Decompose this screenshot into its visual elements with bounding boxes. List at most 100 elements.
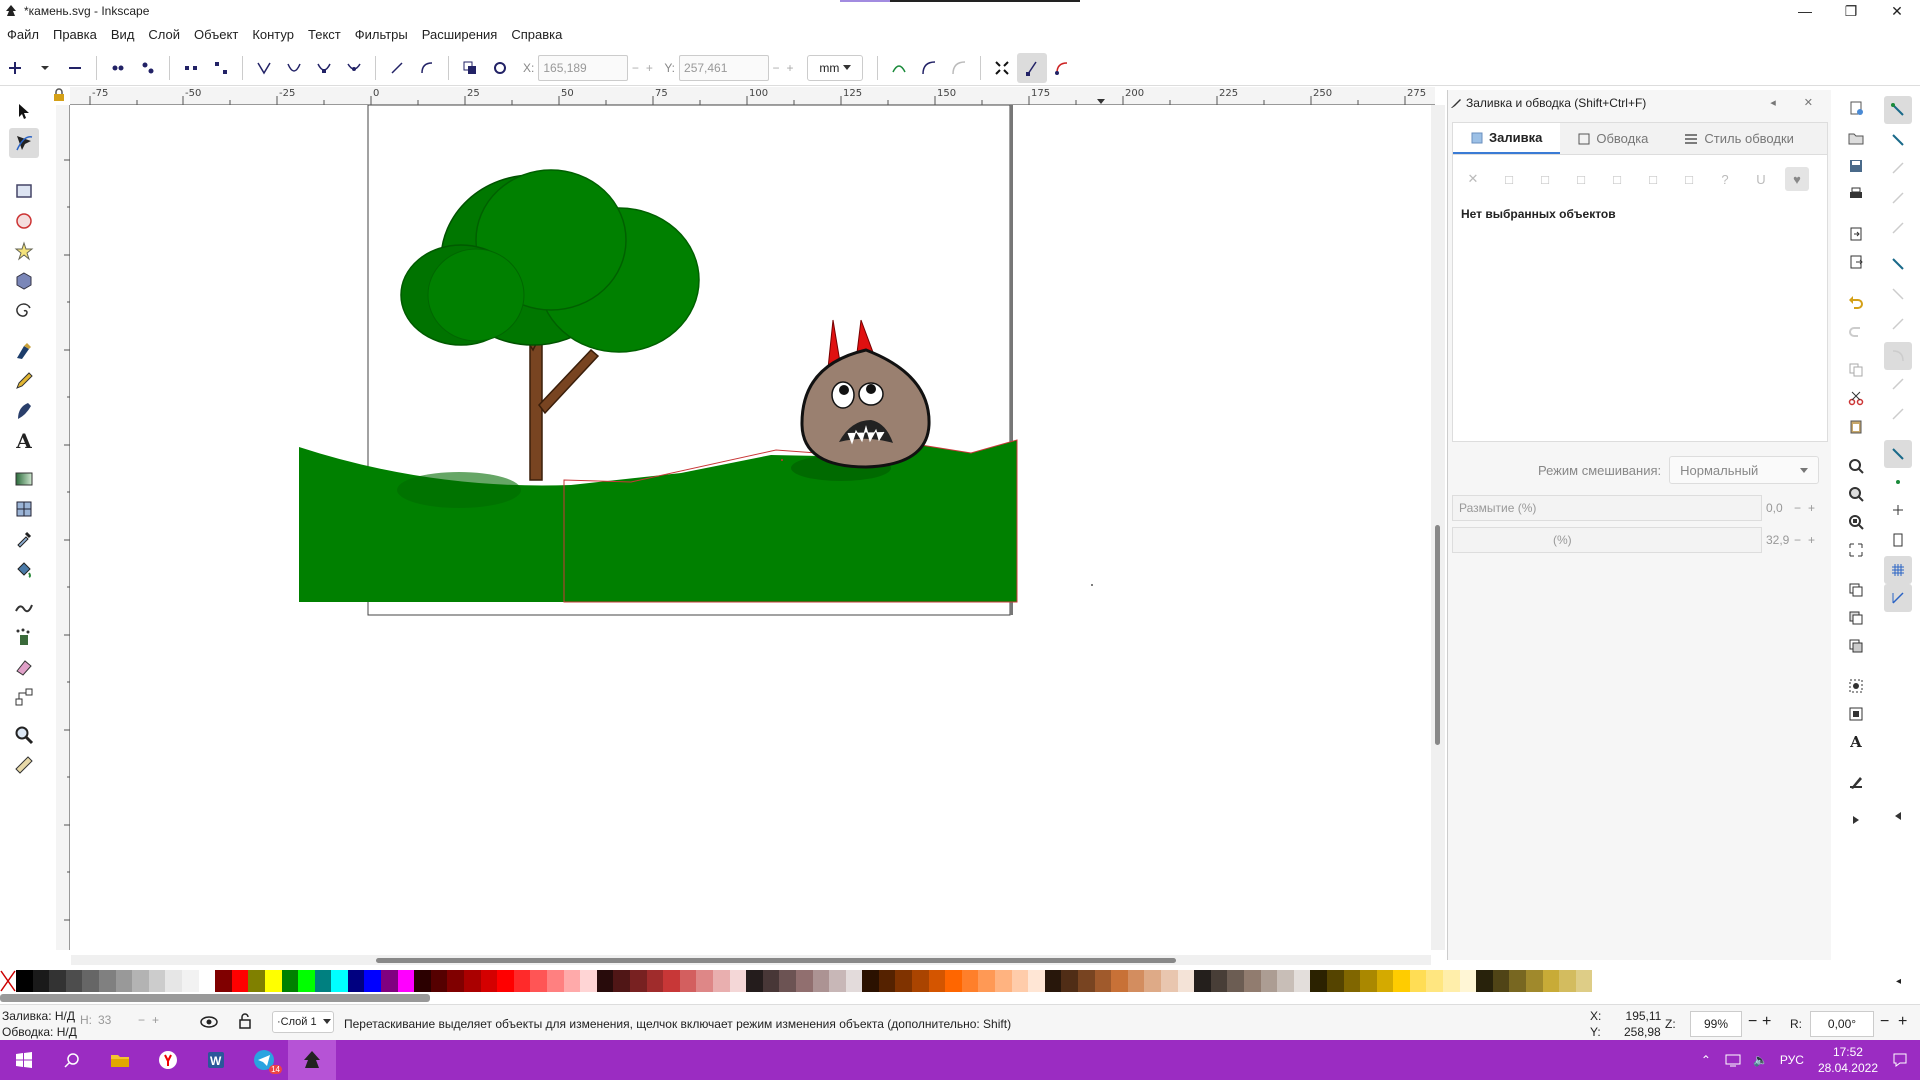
- menu-filters[interactable]: Фильтры: [348, 27, 415, 42]
- color-swatch[interactable]: [746, 970, 763, 992]
- show-handles-icon[interactable]: [1017, 52, 1048, 83]
- tray-expand-icon[interactable]: ⌃: [1701, 1053, 1711, 1067]
- color-swatch[interactable]: [762, 970, 780, 992]
- color-swatch[interactable]: [1194, 970, 1211, 992]
- color-swatch[interactable]: [629, 970, 647, 992]
- color-swatch[interactable]: [1376, 970, 1394, 992]
- node-cusp-icon[interactable]: [249, 53, 279, 83]
- new-document-icon[interactable]: [1842, 94, 1870, 122]
- color-swatch[interactable]: [1078, 970, 1095, 992]
- dropper-tool-icon[interactable]: [9, 524, 39, 554]
- paste-icon[interactable]: [1842, 412, 1870, 440]
- rotate-ccw-button[interactable]: −: [1880, 1013, 1889, 1031]
- yandex-browser-icon[interactable]: [144, 1040, 192, 1080]
- segment-line-icon[interactable]: [382, 53, 412, 83]
- text-font-icon[interactable]: A: [1842, 728, 1870, 756]
- 3d-box-tool-icon[interactable]: [9, 266, 39, 296]
- file-explorer-icon[interactable]: [96, 1040, 144, 1080]
- color-swatch[interactable]: [1127, 970, 1145, 992]
- color-swatch[interactable]: [1210, 970, 1228, 992]
- ellipse-tool-icon[interactable]: [9, 206, 39, 236]
- xml-editor-icon[interactable]: [1842, 768, 1870, 796]
- snap-bbox-edge-icon[interactable]: [1884, 154, 1912, 182]
- snap-bbox-icon[interactable]: [1884, 126, 1912, 154]
- color-swatch[interactable]: [580, 970, 597, 992]
- color-swatch[interactable]: [148, 970, 166, 992]
- flat-color-icon[interactable]: □: [1497, 167, 1521, 191]
- color-swatch[interactable]: [596, 970, 614, 992]
- pencil-tool-icon[interactable]: [9, 366, 39, 396]
- stroke-to-path-icon[interactable]: [485, 53, 515, 83]
- spiral-tool-icon[interactable]: [9, 296, 39, 326]
- notification-icon[interactable]: [1892, 1052, 1908, 1068]
- pattern-icon[interactable]: □: [1641, 167, 1665, 191]
- save-document-icon[interactable]: [1842, 152, 1870, 180]
- color-swatch[interactable]: [1094, 970, 1112, 992]
- color-swatch[interactable]: [464, 970, 481, 992]
- color-swatch[interactable]: [812, 970, 830, 992]
- color-swatch[interactable]: [298, 970, 315, 992]
- mesh-gradient-icon[interactable]: □: [1605, 167, 1629, 191]
- color-swatch[interactable]: [430, 970, 448, 992]
- zoom-selection-icon[interactable]: [1842, 452, 1870, 480]
- color-swatch[interactable]: [895, 970, 913, 992]
- object-to-path-icon[interactable]: [455, 53, 485, 83]
- color-swatch[interactable]: [314, 970, 332, 992]
- opacity-decrement-button[interactable]: −: [1794, 533, 1808, 547]
- color-swatch[interactable]: [1144, 970, 1161, 992]
- undo-icon[interactable]: [1842, 288, 1870, 316]
- color-swatch[interactable]: [281, 970, 299, 992]
- opacity-value[interactable]: 32,9: [1766, 533, 1794, 547]
- network-icon[interactable]: [1725, 1053, 1741, 1067]
- color-swatch[interactable]: [1011, 970, 1029, 992]
- color-swatch[interactable]: [878, 970, 896, 992]
- pen-tool-icon[interactable]: [9, 336, 39, 366]
- menu-text[interactable]: Текст: [301, 27, 348, 42]
- color-swatch[interactable]: [447, 970, 465, 992]
- opacity-increment-button[interactable]: +: [1808, 533, 1822, 547]
- color-swatch[interactable]: [1360, 970, 1377, 992]
- color-swatch[interactable]: [331, 970, 348, 992]
- start-button[interactable]: [0, 1040, 48, 1080]
- duplicate-icon[interactable]: [1842, 576, 1870, 604]
- color-swatch[interactable]: [1343, 970, 1361, 992]
- blur-value[interactable]: 0,0: [1766, 501, 1794, 515]
- star-tool-icon[interactable]: [9, 236, 39, 266]
- y-increment-button[interactable]: +: [783, 61, 797, 75]
- color-swatch[interactable]: [978, 970, 996, 992]
- y-decrement-button[interactable]: −: [769, 61, 783, 75]
- color-swatch[interactable]: [945, 970, 962, 992]
- x-input[interactable]: 165,189: [538, 54, 629, 81]
- color-swatch[interactable]: [16, 970, 33, 992]
- color-swatch[interactable]: [1443, 970, 1460, 992]
- vertical-scroll-thumb[interactable]: [1435, 525, 1440, 745]
- layer-select[interactable]: ·Слой 1: [272, 1011, 334, 1033]
- eraser-tool-icon[interactable]: [9, 652, 39, 682]
- panel-detach-icon[interactable]: ◂: [1770, 96, 1776, 109]
- volume-icon[interactable]: 🔈: [1753, 1053, 1768, 1067]
- color-swatch[interactable]: [995, 970, 1012, 992]
- mesh-tool-icon[interactable]: [9, 494, 39, 524]
- blur-decrement-button[interactable]: −: [1794, 501, 1808, 515]
- delete-segment-icon[interactable]: [206, 53, 236, 83]
- vertical-scrollbar[interactable]: [1431, 105, 1445, 950]
- snap-bbox-corner-icon[interactable]: [1884, 184, 1912, 212]
- color-swatch[interactable]: [1326, 970, 1344, 992]
- color-swatch[interactable]: [165, 970, 182, 992]
- color-swatch[interactable]: [613, 970, 630, 992]
- color-swatch[interactable]: [132, 970, 149, 992]
- snap-center-icon[interactable]: [1884, 400, 1912, 428]
- color-swatch[interactable]: [1061, 970, 1078, 992]
- snap-nodes-icon[interactable]: [1884, 250, 1912, 278]
- color-swatch[interactable]: [1476, 970, 1493, 992]
- export-icon[interactable]: [1842, 248, 1870, 276]
- color-swatch[interactable]: [497, 970, 514, 992]
- horizontal-scroll-thumb[interactable]: [376, 958, 1176, 963]
- fill-rule-nonzero-icon[interactable]: ♥: [1785, 167, 1809, 191]
- menu-extensions[interactable]: Расширения: [415, 27, 505, 42]
- clock[interactable]: 17:52 28.04.2022: [1818, 1044, 1878, 1076]
- zoom-page-icon[interactable]: [1842, 508, 1870, 536]
- color-swatch[interactable]: [696, 970, 713, 992]
- color-swatch[interactable]: [795, 970, 813, 992]
- y-input[interactable]: 257,461: [679, 54, 770, 81]
